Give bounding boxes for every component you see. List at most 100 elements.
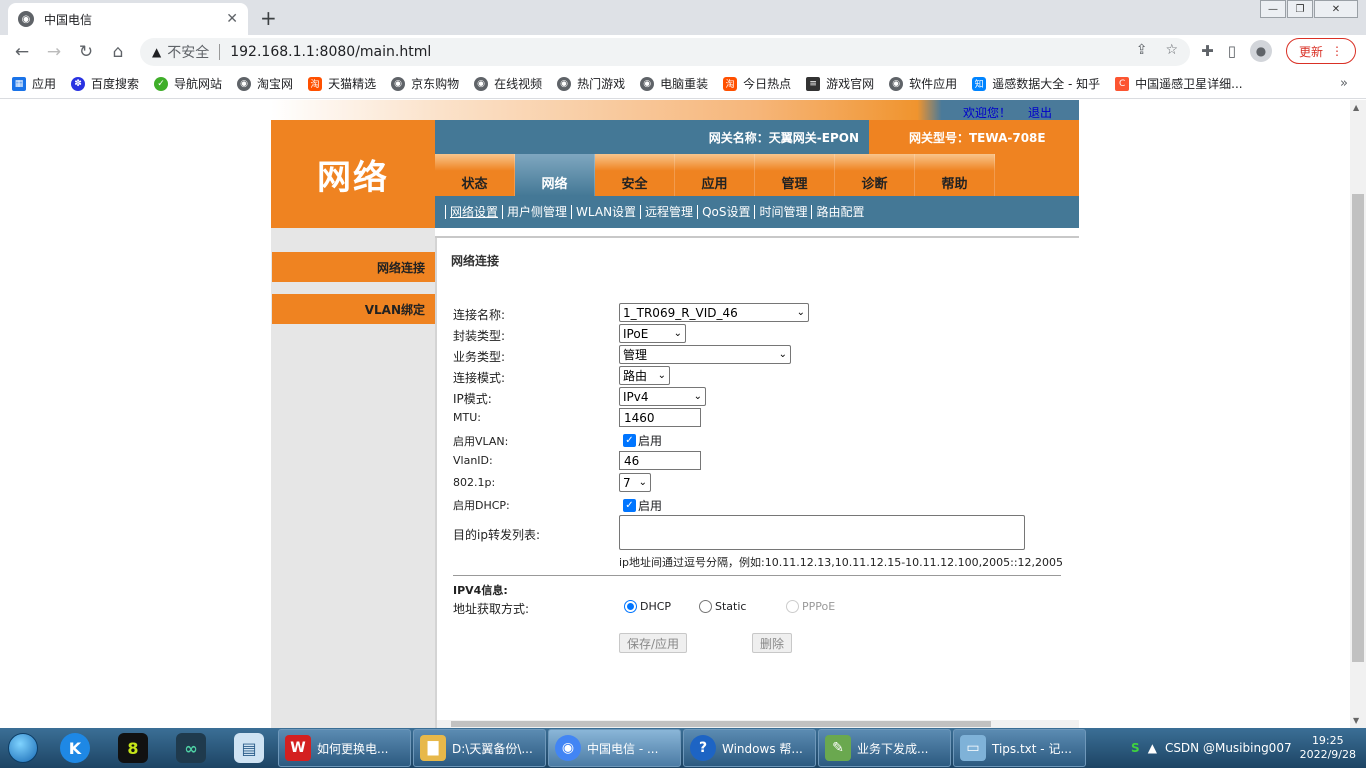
- warning-icon[interactable]: ▲: [152, 45, 161, 59]
- logout-link[interactable]: 退出: [1028, 104, 1052, 121]
- service-type-select[interactable]: 管理 ⌄: [619, 345, 791, 364]
- ip-forward-list-textarea[interactable]: [619, 515, 1025, 550]
- bookmark-item[interactable]: ◉ 热门游戏: [557, 75, 625, 92]
- csdn-icon: C: [1115, 76, 1130, 91]
- minimize-icon[interactable]: —: [1260, 0, 1286, 18]
- tray-watermark-text: CSDN @Musibing007: [1164, 741, 1292, 755]
- checkbox-label: 启用: [638, 499, 663, 513]
- home-icon[interactable]: ⌂: [102, 42, 134, 62]
- radio-pppoe[interactable]: PPPoE: [786, 600, 835, 613]
- mtu-input[interactable]: 1460: [619, 408, 701, 427]
- save-apply-button[interactable]: 保存/应用: [619, 633, 687, 653]
- security-label[interactable]: 不安全: [167, 42, 209, 62]
- extensions-icon[interactable]: ✚: [1201, 42, 1214, 60]
- menu-management[interactable]: 管理: [755, 154, 835, 196]
- submenu-wlan[interactable]: WLAN设置: [571, 205, 640, 219]
- vlan-enable-checkbox[interactable]: ✓ 启用: [623, 432, 662, 449]
- horizontal-scrollbar[interactable]: [437, 720, 1079, 728]
- bookmark-star-icon[interactable]: ☆: [1165, 42, 1178, 58]
- pinned-app[interactable]: K: [46, 729, 104, 767]
- reload-icon[interactable]: ↻: [70, 42, 102, 62]
- bookmark-item[interactable]: ◉ 在线视频: [474, 75, 542, 92]
- bookmark-item[interactable]: ◉ 京东购物: [391, 75, 459, 92]
- dhcp-enable-checkbox[interactable]: ✓ 启用: [623, 497, 662, 514]
- submenu-network-settings[interactable]: 网络设置: [445, 205, 502, 219]
- menu-network[interactable]: 网络: [515, 154, 595, 196]
- submenu-user-side[interactable]: 用户侧管理: [502, 205, 571, 219]
- bookmark-item[interactable]: ◉ 电脑重装: [640, 75, 708, 92]
- radio-dhcp[interactable]: DHCP: [624, 600, 671, 613]
- bookmark-item[interactable]: 知遥感数据大全 - 知乎: [972, 75, 1100, 92]
- input-method-icon[interactable]: S: [1131, 741, 1140, 755]
- delete-button[interactable]: 删除: [752, 633, 792, 653]
- taskbar-item[interactable]: ▇ D:\天翼备份\...: [413, 729, 546, 767]
- start-button[interactable]: [0, 728, 46, 768]
- pinned-app[interactable]: 8: [104, 729, 162, 767]
- back-icon[interactable]: ←: [6, 42, 38, 62]
- close-icon[interactable]: ✕: [226, 11, 238, 27]
- taskbar-item[interactable]: W 如何更换电...: [278, 729, 411, 767]
- url-text[interactable]: 192.168.1.1:8080/main.html: [230, 44, 431, 60]
- bookmark-item[interactable]: ✽ 百度搜索: [71, 75, 139, 92]
- ipv4-section-title: IPV4信息:: [453, 584, 508, 597]
- bookmark-item[interactable]: ≡ 游戏官网: [806, 75, 874, 92]
- menu-help[interactable]: 帮助: [915, 154, 995, 196]
- pinned-app[interactable]: ▤: [220, 729, 278, 767]
- profile-avatar-icon[interactable]: ●: [1249, 40, 1272, 62]
- radio-static[interactable]: Static: [699, 600, 746, 613]
- bookmark-item[interactable]: ▦ 应用: [12, 75, 56, 92]
- chevron-right-icon[interactable]: »: [1340, 76, 1348, 91]
- pinned-app[interactable]: ∞: [162, 729, 220, 767]
- submenu-time[interactable]: 时间管理: [754, 205, 811, 219]
- taskbar-item[interactable]: ✎ 业务下发成...: [818, 729, 951, 767]
- address-bar[interactable]: ▲ 不安全 192.168.1.1:8080/main.html ⇪ ☆: [140, 38, 1190, 66]
- scrollbar-thumb[interactable]: [451, 721, 991, 727]
- bookmark-item[interactable]: 淘天猫精选: [308, 75, 376, 92]
- submenu-remote[interactable]: 远程管理: [640, 205, 697, 219]
- scrollbar-thumb[interactable]: [1352, 194, 1364, 662]
- scroll-up-icon[interactable]: ▲: [1353, 103, 1359, 112]
- update-button[interactable]: 更新 ⋮: [1285, 38, 1356, 64]
- menu-diagnosis[interactable]: 诊断: [835, 154, 915, 196]
- select-value: IPoE: [623, 326, 649, 341]
- vlan-id-input[interactable]: 46: [619, 451, 701, 470]
- new-tab-icon[interactable]: +: [260, 6, 277, 30]
- bookmark-item[interactable]: ◉ 软件应用: [889, 75, 957, 92]
- menu-status[interactable]: 状态: [435, 154, 515, 196]
- restore-icon[interactable]: ❐: [1287, 0, 1313, 18]
- tray-expand-icon[interactable]: ▲: [1148, 741, 1157, 755]
- side-item-vlan-binding[interactable]: VLAN绑定: [272, 294, 435, 324]
- side-panel-icon[interactable]: ▯: [1228, 42, 1236, 60]
- welcome-link[interactable]: 欢迎您！: [963, 104, 1011, 121]
- close-window-icon[interactable]: ✕: [1314, 0, 1358, 18]
- submenu-qos[interactable]: QoS设置: [697, 205, 754, 219]
- scroll-down-icon[interactable]: ▼: [1353, 716, 1359, 725]
- taskbar-item[interactable]: ▭ Tips.txt - 记...: [953, 729, 1086, 767]
- bookmark-item[interactable]: ◉ 淘宝网: [237, 75, 293, 92]
- bookmark-label: 遥感数据大全 - 知乎: [992, 77, 1101, 91]
- share-icon[interactable]: ⇪: [1136, 42, 1148, 58]
- side-item-network-connection[interactable]: 网络连接: [272, 252, 435, 282]
- ip-mode-select[interactable]: IPv4 ⌄: [619, 387, 706, 406]
- bookmark-item[interactable]: 淘今日热点: [723, 75, 791, 92]
- taskbar-item[interactable]: ◉ 中国电信 - ...: [548, 729, 681, 767]
- vertical-scrollbar[interactable]: ▲ ▼: [1350, 100, 1366, 728]
- priority-802-1p-select[interactable]: 7 ⌄: [619, 473, 651, 492]
- bookmark-item[interactable]: C 中国遥感卫星详细...: [1115, 75, 1243, 92]
- forward-icon[interactable]: →: [38, 42, 70, 62]
- bookmark-item[interactable]: ✓ 导航网站: [154, 75, 222, 92]
- bookmark-label: 游戏官网: [826, 77, 875, 91]
- connection-mode-select[interactable]: 路由 ⌄: [619, 366, 670, 385]
- bookmark-label: 京东购物: [411, 77, 460, 91]
- menu-application[interactable]: 应用: [675, 154, 755, 196]
- clock-time: 19:25: [1311, 734, 1344, 747]
- encapsulation-select[interactable]: IPoE ⌄: [619, 324, 686, 343]
- clock[interactable]: 19:25 2022/9/28: [1300, 734, 1356, 762]
- globe-icon: ◉: [474, 76, 489, 91]
- bookmark-label: 在线视频: [494, 77, 543, 91]
- browser-tab[interactable]: ◉ 中国电信 ✕: [8, 3, 248, 35]
- taskbar-item[interactable]: ? Windows 帮...: [683, 729, 816, 767]
- submenu-routing[interactable]: 路由配置: [811, 205, 868, 219]
- menu-security[interactable]: 安全: [595, 154, 675, 196]
- connection-name-select[interactable]: 1_TR069_R_VID_46 ⌄: [619, 303, 809, 322]
